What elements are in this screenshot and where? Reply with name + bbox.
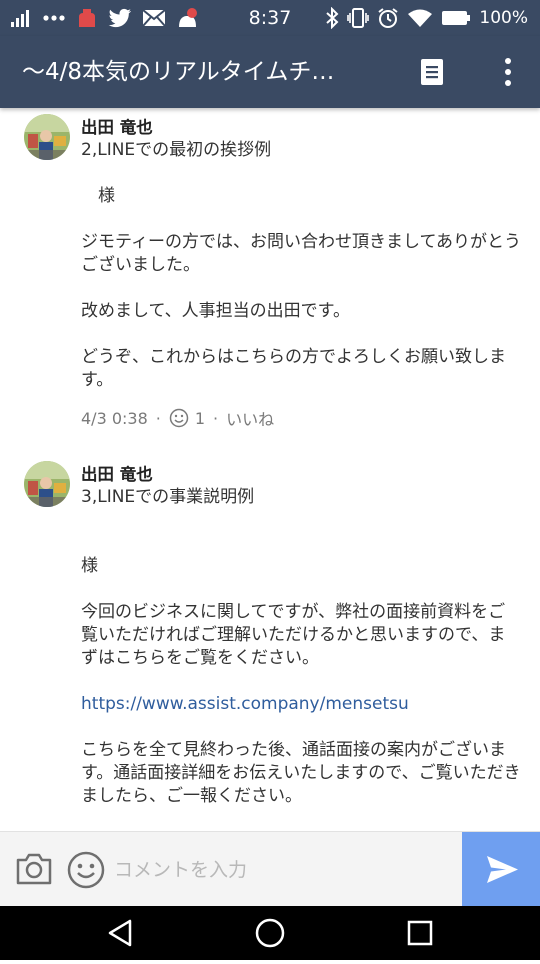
- comment-input[interactable]: [112, 848, 456, 892]
- separator-dot: ·: [155, 408, 161, 428]
- home-icon: [255, 918, 285, 948]
- more-vert-icon: [505, 58, 511, 86]
- back-button[interactable]: [80, 906, 160, 960]
- status-bar: 8:37 100%: [0, 0, 540, 36]
- post-text-body: 3,LINEでの事業説明例 様 今回のビジネスに関してですが、弊社の面接前資料を…: [81, 487, 506, 668]
- wifi-icon: [408, 9, 433, 27]
- post-feed[interactable]: 出田 竜也 2,LINEでの最初の挨拶例 様 ジモティーの方では、お問い合わせ頂…: [0, 108, 540, 831]
- navigation-bar: [0, 906, 540, 960]
- battery-level: 100%: [479, 8, 528, 28]
- note-button[interactable]: [416, 56, 448, 88]
- separator-dot: ·: [213, 408, 219, 428]
- post-date: 4/3 0:38: [81, 408, 148, 428]
- home-button[interactable]: [230, 906, 310, 960]
- reaction-count: 1: [194, 408, 206, 428]
- camera-button[interactable]: [14, 851, 54, 891]
- post-author[interactable]: 出田 竜也: [81, 461, 153, 485]
- send-button[interactable]: [462, 832, 540, 907]
- post-link[interactable]: https://www.assist.company/mensetsu: [81, 694, 409, 714]
- recents-icon: [407, 920, 433, 946]
- smiley-icon: [169, 408, 189, 428]
- reaction-button[interactable]: 1: [169, 408, 205, 428]
- like-button[interactable]: いいね: [226, 406, 274, 430]
- vibrate-icon: [347, 8, 370, 28]
- avatar-image: [24, 114, 70, 160]
- emoji-icon: [67, 851, 105, 889]
- battery-icon: [442, 11, 471, 25]
- bluetooth-icon: [326, 7, 339, 29]
- post-text-footer: こちらを全て見終わった後、通話面接の案内がございます。通話面接詳細をお伝えいたし…: [81, 740, 521, 806]
- alarm-icon: [378, 8, 398, 28]
- comment-bar: [0, 831, 540, 907]
- post-meta: 4/3 0:38 · 1 · いいね: [81, 406, 274, 430]
- app-bar: 〜4/8本気のリアルタイムチ…: [0, 36, 540, 108]
- emoji-button[interactable]: [66, 850, 106, 894]
- send-icon: [487, 856, 518, 883]
- page-title[interactable]: 〜4/8本気のリアルタイムチ…: [22, 36, 390, 108]
- post-text: 3,LINEでの事業説明例 様 今回のビジネスに関してですが、弊社の面接前資料を…: [81, 486, 521, 808]
- recents-button[interactable]: [380, 906, 460, 960]
- avatar[interactable]: [24, 461, 70, 507]
- more-options-button[interactable]: [494, 56, 522, 88]
- avatar-image: [24, 461, 70, 507]
- camera-icon: [16, 853, 52, 885]
- back-icon: [108, 919, 132, 947]
- post-author[interactable]: 出田 竜也: [81, 114, 153, 138]
- post-text: 2,LINEでの最初の挨拶例 様 ジモティーの方では、お問い合わせ頂きましてあり…: [81, 140, 521, 390]
- status-system: 100%: [325, 0, 528, 36]
- note-icon: [421, 59, 443, 85]
- avatar[interactable]: [24, 114, 70, 160]
